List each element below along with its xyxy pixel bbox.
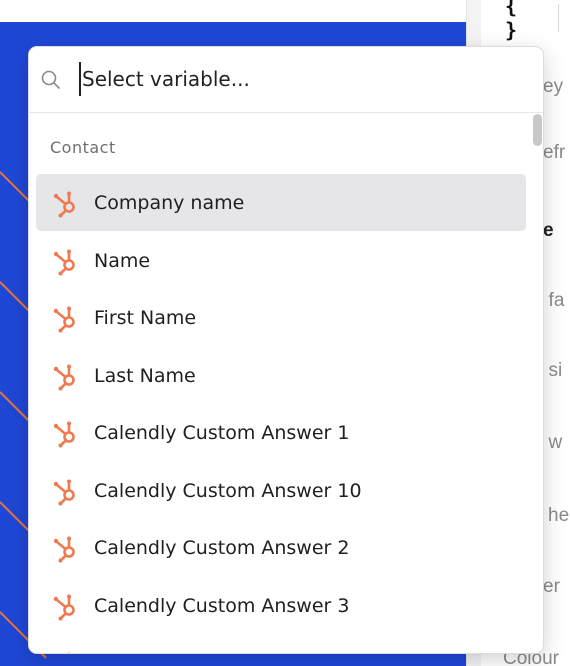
panel-text: he	[548, 505, 570, 526]
hubspot-icon	[67, 652, 71, 653]
variable-picker-popover: Contact Company name	[28, 46, 544, 654]
variable-item-partial[interactable]	[36, 635, 526, 653]
hubspot-icon	[53, 249, 75, 275]
variable-item-last-name[interactable]: Last Name	[36, 347, 526, 404]
search-icon	[41, 70, 60, 89]
variable-search-input[interactable]	[79, 62, 519, 96]
variable-item-label: Calendly Custom Answer 1	[94, 421, 350, 444]
canvas-top-strip	[0, 0, 466, 22]
hubspot-icon	[53, 306, 75, 332]
panel-text: efr	[543, 142, 566, 163]
hubspot-icon	[53, 364, 75, 390]
hubspot-icon	[53, 594, 75, 620]
hubspot-icon	[53, 421, 75, 447]
panel-text: er	[543, 576, 560, 597]
variable-item-label: First Name	[94, 306, 197, 329]
hubspot-icon	[53, 479, 75, 505]
variable-item-calendly-answer-2[interactable]: Calendly Custom Answer 2	[36, 519, 526, 576]
variable-item-label: Company name	[94, 191, 245, 214]
variable-item-name[interactable]: Name	[36, 232, 526, 289]
variable-item-label: Last Name	[94, 364, 196, 387]
panel-text: ey	[543, 76, 564, 97]
variable-item-calendly-answer-3[interactable]: Calendly Custom Answer 3	[36, 577, 526, 634]
variable-item-label: Calendly Custom Answer 10	[94, 479, 362, 502]
variable-list: Contact Company name Name First Name Las…	[29, 114, 543, 653]
variable-item-first-name[interactable]: First Name	[36, 289, 526, 346]
variable-item-label: Calendly Custom Answer 2	[94, 536, 350, 559]
toolbar-divider	[558, 4, 559, 32]
search-row	[29, 47, 543, 113]
hubspot-icon	[53, 191, 75, 217]
variable-item-calendly-answer-1[interactable]: Calendly Custom Answer 1	[36, 404, 526, 461]
variable-item-label: Name	[94, 249, 151, 272]
variable-item-calendly-answer-10[interactable]: Calendly Custom Answer 10	[36, 462, 526, 519]
section-header-contact: Contact	[50, 138, 116, 157]
variable-item-company-name[interactable]: Company name	[36, 174, 526, 231]
panel-heading: e	[543, 220, 554, 241]
list-scrollbar-thumb[interactable]	[533, 114, 542, 146]
insert-variable-button[interactable]: { }	[505, 0, 545, 42]
hubspot-icon	[53, 536, 75, 562]
variable-item-label: Calendly Custom Answer 3	[94, 594, 350, 617]
